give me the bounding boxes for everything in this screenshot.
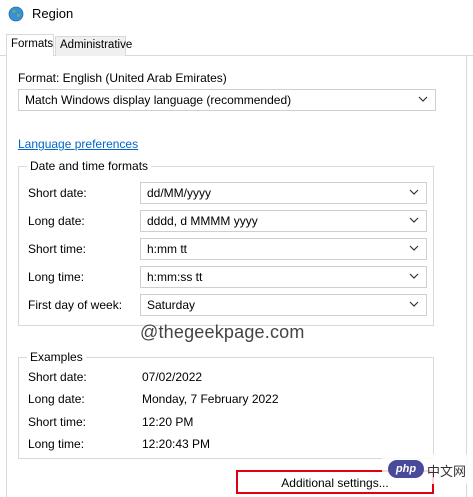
- long-time-label: Long time:: [28, 270, 85, 284]
- example-long-time-label: Long time:: [28, 437, 85, 451]
- short-date-label: Short date:: [28, 186, 87, 200]
- long-date-dropdown[interactable]: dddd, d MMMM yyyy: [140, 210, 427, 232]
- chevron-down-icon: [409, 245, 419, 251]
- example-long-date-value: Monday, 7 February 2022: [142, 392, 279, 406]
- chevron-down-icon: [409, 273, 419, 279]
- chevron-down-icon: [418, 96, 428, 102]
- php-logo-text: 中文网: [427, 465, 467, 480]
- format-dropdown[interactable]: Match Windows display language (recommen…: [18, 89, 436, 111]
- php-badge: php: [388, 460, 424, 478]
- first-day-of-week-value: Saturday: [147, 298, 196, 312]
- format-dropdown-value: Match Windows display language (recommen…: [25, 93, 292, 107]
- title-bar: Region: [0, 0, 473, 28]
- first-day-of-week-dropdown[interactable]: Saturday: [140, 294, 427, 316]
- watermark-text: @thegeekpage.com: [140, 322, 305, 342]
- globe-icon: [8, 6, 24, 22]
- tab-formats[interactable]: Formats: [6, 34, 54, 57]
- example-short-date-label: Short date:: [28, 370, 87, 384]
- long-time-dropdown[interactable]: h:mm:ss tt: [140, 266, 427, 288]
- group-legend: Examples: [27, 350, 86, 364]
- short-time-label: Short time:: [28, 242, 87, 256]
- short-time-value: h:mm tt: [147, 242, 188, 256]
- tab-administrative[interactable]: Administrative: [55, 36, 132, 56]
- language-preferences-link[interactable]: Language preferences: [18, 137, 138, 151]
- first-day-of-week-label: First day of week:: [28, 298, 123, 312]
- example-long-time-value: 12:20:43 PM: [142, 437, 211, 451]
- window-title: Region: [32, 6, 74, 21]
- long-date-value: dddd, d MMMM yyyy: [147, 214, 258, 228]
- short-date-dropdown[interactable]: dd/MM/yyyy: [140, 182, 427, 204]
- chevron-down-icon: [409, 189, 419, 195]
- example-short-date-value: 07/02/2022: [142, 370, 203, 384]
- format-label: Format: English (United Arab Emirates): [18, 71, 227, 85]
- long-time-value: h:mm:ss tt: [147, 270, 203, 284]
- short-date-value: dd/MM/yyyy: [147, 186, 212, 200]
- php-logo: php 中文网: [382, 454, 468, 484]
- tab-strip: Administrative Formats: [0, 34, 473, 57]
- chevron-down-icon: [409, 301, 419, 307]
- group-legend: Date and time formats: [27, 159, 152, 173]
- long-date-label: Long date:: [28, 214, 85, 228]
- short-time-dropdown[interactable]: h:mm tt: [140, 238, 427, 260]
- example-long-date-label: Long date:: [28, 392, 85, 406]
- example-short-time-label: Short time:: [28, 415, 87, 429]
- example-short-time-value: 12:20 PM: [142, 415, 194, 429]
- chevron-down-icon: [409, 217, 419, 223]
